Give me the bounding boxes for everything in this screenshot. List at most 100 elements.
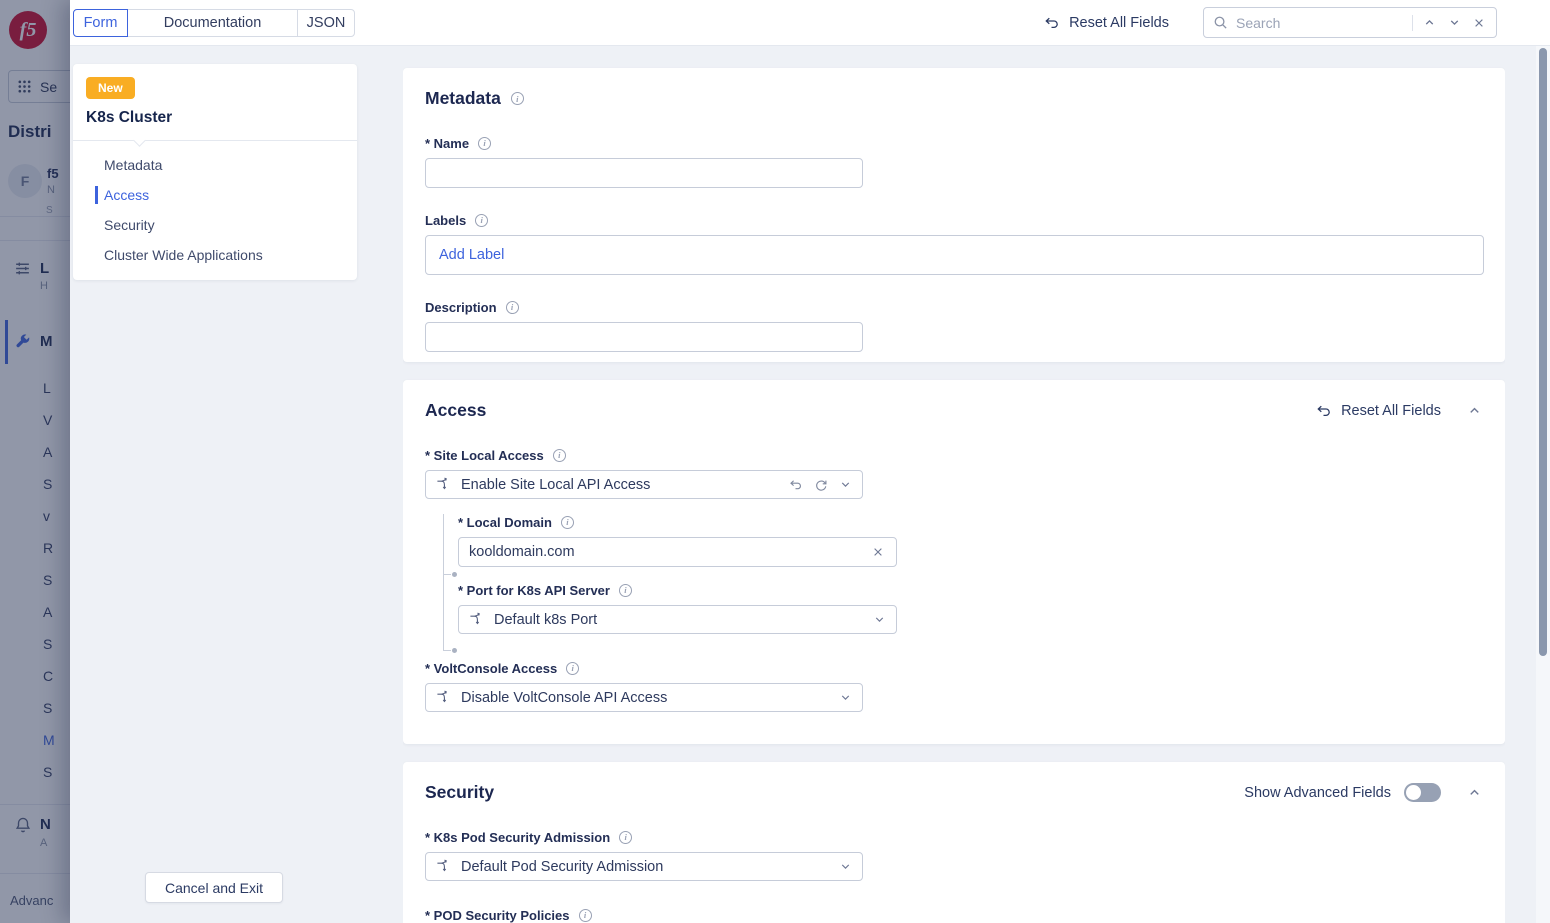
info-icon[interactable]	[561, 516, 574, 529]
cancel-and-exit-button[interactable]: Cancel and Exit	[145, 872, 283, 903]
k8s-cluster-modal: Form Documentation JSON Reset All Fields	[70, 0, 1550, 923]
divider	[1412, 15, 1413, 31]
local-domain-clear-button[interactable]	[870, 544, 886, 560]
wizard-nav-card: New K8s Cluster Metadata Access Security…	[73, 64, 357, 280]
reset-all-fields-button[interactable]: Reset All Fields	[1043, 15, 1169, 31]
description-label-text: Description	[425, 300, 497, 315]
tree-connector-line	[443, 514, 444, 650]
info-icon[interactable]	[553, 449, 566, 462]
chevron-up-icon	[1467, 403, 1482, 418]
metadata-title-text: Metadata	[425, 88, 501, 109]
security-section: Security Show Advanced Fields * K8s Pod …	[403, 762, 1505, 923]
pod-admission-select[interactable]: Default Pod Security Admission	[425, 852, 863, 881]
oneof-branch-icon	[469, 612, 484, 627]
info-icon[interactable]	[478, 137, 491, 150]
info-icon[interactable]	[579, 909, 592, 922]
search-next-button[interactable]	[1446, 14, 1463, 31]
name-label-text: * Name	[425, 136, 469, 151]
info-icon[interactable]	[506, 301, 519, 314]
voltconsole-access-select[interactable]: Disable VoltConsole API Access	[425, 683, 863, 712]
wizard-nav: Metadata Access Security Cluster Wide Ap…	[73, 150, 357, 270]
port-select[interactable]: Default k8s Port	[458, 605, 897, 634]
scrollbar-thumb[interactable]	[1539, 48, 1547, 656]
name-label: * Name	[425, 135, 1484, 151]
divider	[73, 140, 357, 146]
access-section-title: Access	[425, 400, 486, 421]
wizard-nav-item-cluster-wide-applications[interactable]: Cluster Wide Applications	[73, 240, 357, 270]
description-input[interactable]	[425, 322, 863, 352]
port-label-text: * Port for K8s API Server	[458, 583, 610, 598]
chevron-down-icon	[839, 691, 852, 704]
wizard-nav-item-security[interactable]: Security	[73, 210, 357, 240]
chevron-down-icon	[839, 478, 852, 491]
form-column: Metadata * Name Labels Add Label	[403, 46, 1505, 923]
local-domain-label: * Local Domain	[458, 514, 1484, 530]
tree-connector-elbow	[443, 574, 451, 575]
site-local-access-children: * Local Domain * Port for K8s API Server	[425, 514, 1484, 634]
access-section: Access Reset All Fields	[403, 380, 1505, 744]
show-advanced-fields-label: Show Advanced Fields	[1244, 785, 1391, 801]
voltconsole-access-value: Disable VoltConsole API Access	[461, 690, 829, 706]
close-icon	[872, 546, 884, 558]
wizard-nav-item-access[interactable]: Access	[73, 180, 357, 210]
local-domain-input-box	[458, 537, 897, 567]
info-icon[interactable]	[619, 831, 632, 844]
search-input[interactable]	[1236, 15, 1404, 31]
tree-connector-elbow	[443, 650, 451, 651]
add-label-button[interactable]: Add Label	[439, 247, 504, 263]
modal-body: New K8s Cluster Metadata Access Security…	[70, 46, 1550, 923]
description-label: Description	[425, 299, 1484, 315]
name-input[interactable]	[425, 158, 863, 188]
oneof-branch-icon	[436, 859, 451, 874]
local-domain-label-text: * Local Domain	[458, 515, 552, 530]
labels-label-text: Labels	[425, 213, 466, 228]
pod-admission-value: Default Pod Security Admission	[461, 859, 829, 875]
site-local-access-select[interactable]: Enable Site Local API Access	[425, 470, 863, 499]
site-local-access-value: Enable Site Local API Access	[461, 477, 778, 493]
divider-notch	[133, 134, 146, 147]
undo-icon	[788, 478, 803, 491]
show-advanced-fields-toggle[interactable]	[1404, 783, 1441, 802]
tab-documentation[interactable]: Documentation	[127, 9, 298, 37]
undo-icon	[1043, 15, 1060, 30]
search-prev-button[interactable]	[1421, 14, 1438, 31]
access-title-text: Access	[425, 400, 486, 421]
info-icon[interactable]	[566, 662, 579, 675]
search-clear-button[interactable]	[1471, 15, 1487, 31]
scrollbar-track[interactable]	[1536, 46, 1550, 923]
pod-admission-label: * K8s Pod Security Admission	[425, 829, 1484, 845]
port-value: Default k8s Port	[494, 612, 863, 628]
chevron-down-icon	[1448, 16, 1461, 29]
info-icon[interactable]	[511, 92, 524, 105]
tree-connector-dot	[452, 648, 457, 653]
site-local-access-label-text: * Site Local Access	[425, 448, 544, 463]
refresh-icon	[814, 478, 828, 492]
view-tab-group: Form Documentation JSON	[73, 9, 355, 37]
labels-label: Labels	[425, 212, 1484, 228]
voltconsole-access-label: * VoltConsole Access	[425, 660, 1484, 676]
new-badge: New	[86, 77, 135, 99]
labels-box: Add Label	[425, 235, 1484, 275]
oneof-branch-icon	[436, 690, 451, 705]
tab-form[interactable]: Form	[73, 9, 128, 37]
tab-json[interactable]: JSON	[297, 9, 355, 37]
chevron-up-icon	[1467, 785, 1482, 800]
metadata-section-title: Metadata	[425, 88, 524, 109]
search-box	[1203, 7, 1497, 38]
security-section-title: Security	[425, 782, 494, 803]
oneof-branch-icon	[436, 477, 451, 492]
wizard-title: K8s Cluster	[86, 109, 357, 127]
pod-policies-label-text: * POD Security Policies	[425, 908, 570, 923]
local-domain-input[interactable]	[469, 544, 870, 560]
pod-admission-label-text: * K8s Pod Security Admission	[425, 830, 610, 845]
tree-connector-dot	[452, 572, 457, 577]
security-collapse-button[interactable]	[1465, 783, 1484, 802]
wizard-nav-item-metadata[interactable]: Metadata	[73, 150, 357, 180]
header-controls: Reset All Fields	[1043, 7, 1550, 38]
info-icon[interactable]	[475, 214, 488, 227]
access-reset-all-fields-button[interactable]: Reset All Fields	[1315, 403, 1441, 419]
info-icon[interactable]	[619, 584, 632, 597]
access-collapse-button[interactable]	[1465, 401, 1484, 420]
reset-all-fields-label: Reset All Fields	[1069, 15, 1169, 31]
site-local-access-label: * Site Local Access	[425, 447, 1484, 463]
